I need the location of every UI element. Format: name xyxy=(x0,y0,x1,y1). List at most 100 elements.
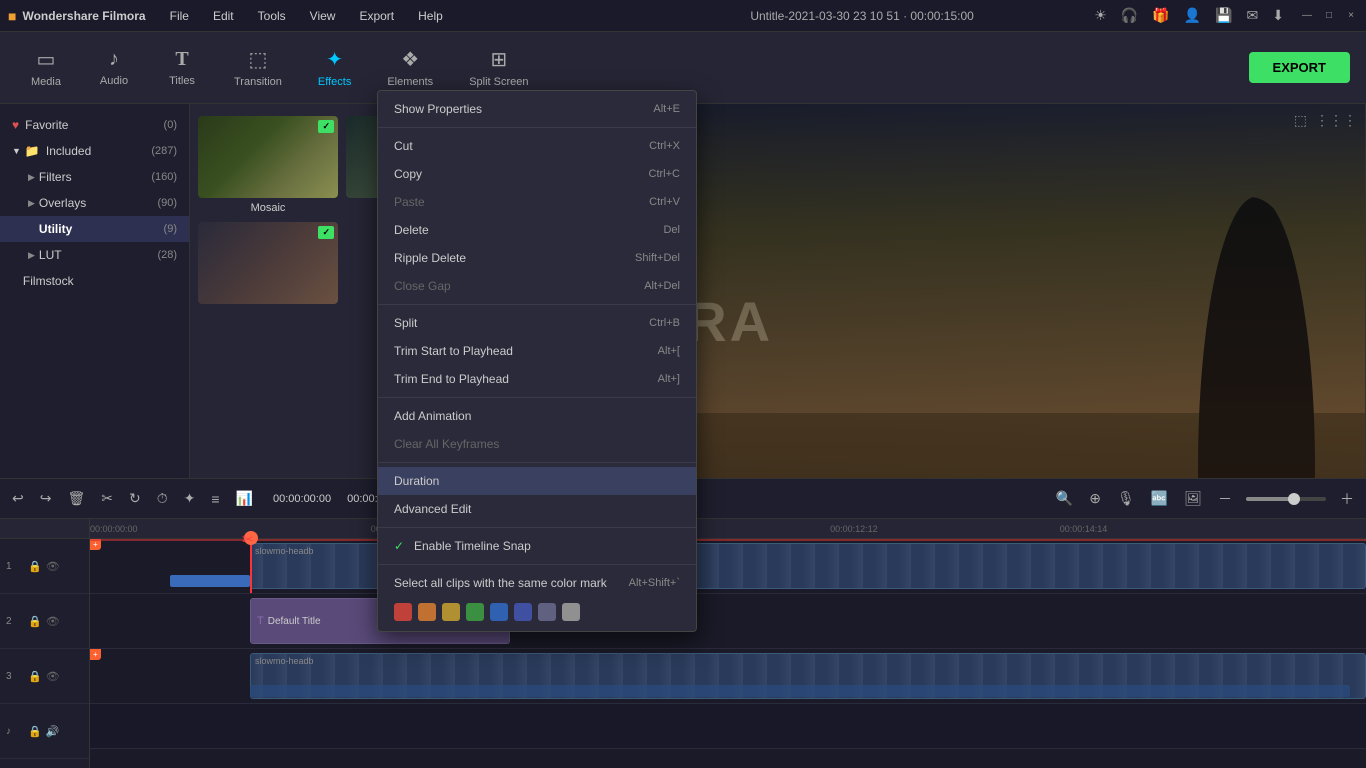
ctx-copy[interactable]: Copy Ctrl+C xyxy=(378,160,696,188)
ctx-trim-end[interactable]: Trim End to Playhead Alt+] xyxy=(378,365,696,393)
track-3-icons: 🔒 👁 xyxy=(28,670,60,683)
ctx-sep-1 xyxy=(378,127,696,128)
color-mark-green[interactable] xyxy=(466,603,484,621)
color-mark-red[interactable] xyxy=(394,603,412,621)
export-button[interactable]: EXPORT xyxy=(1249,52,1350,83)
ctx-close-gap[interactable]: Close Gap Alt+Del xyxy=(378,272,696,300)
track-add-badge-3: + xyxy=(90,649,101,660)
tl-snap-icon[interactable]: ⊕ xyxy=(1087,488,1103,509)
ctx-split-label: Split xyxy=(394,316,649,330)
ctx-select-same-color[interactable]: Select all clips with the same color mar… xyxy=(378,569,696,597)
sidebar-item-filters[interactable]: ▶ Filters (160) xyxy=(0,164,189,190)
tl-zoom-slider[interactable] xyxy=(1246,497,1326,501)
tl-effects-button[interactable]: ✦ xyxy=(182,488,198,509)
gift-icon[interactable]: 🎁 xyxy=(1152,7,1169,24)
ctx-cut[interactable]: Cut Ctrl+X xyxy=(378,132,696,160)
sidebar-item-overlays[interactable]: ▶ Overlays (90) xyxy=(0,190,189,216)
ctx-duration[interactable]: Duration xyxy=(378,467,696,495)
color-mark-light-gray[interactable] xyxy=(562,603,580,621)
sidebar-item-utility[interactable]: ▶ Utility (9) xyxy=(0,216,189,242)
titles-icon: T xyxy=(175,48,188,71)
titlebar: ■ Wondershare Filmora File Edit Tools Vi… xyxy=(0,0,1366,32)
headphone-icon[interactable]: 🎧 xyxy=(1121,7,1138,24)
tl-timer-button[interactable]: ⏱ xyxy=(155,488,170,509)
menu-view[interactable]: View xyxy=(306,7,340,25)
save-icon[interactable]: 💾 xyxy=(1215,7,1232,24)
ctx-split[interactable]: Split Ctrl+B xyxy=(378,309,696,337)
tl-undo-button[interactable]: ↩ xyxy=(10,488,26,509)
ctx-delete[interactable]: Delete Del xyxy=(378,216,696,244)
download-icon[interactable]: ⬇ xyxy=(1272,7,1284,24)
brightness-icon[interactable]: ☀ xyxy=(1094,7,1107,24)
track-audio-vol[interactable]: 🔊 xyxy=(46,725,60,738)
menu-tools[interactable]: Tools xyxy=(254,7,290,25)
color-mark-orange[interactable] xyxy=(418,603,436,621)
track-2-eye[interactable]: 👁 xyxy=(46,615,60,628)
effect-third[interactable]: ✓ xyxy=(198,222,338,308)
audio-label: Audio xyxy=(100,75,128,87)
tl-split-button[interactable]: ✂ xyxy=(99,488,115,509)
effect-mosaic[interactable]: ✓ Mosaic xyxy=(198,116,338,214)
transition-icon: ⬚ xyxy=(248,47,267,72)
track-3-lock[interactable]: 🔒 xyxy=(28,670,42,683)
track-2-lock[interactable]: 🔒 xyxy=(28,615,42,628)
ctx-ripple-delete[interactable]: Ripple Delete Shift+Del xyxy=(378,244,696,272)
menu-export[interactable]: Export xyxy=(355,7,398,25)
track-audio-lock[interactable]: 🔒 xyxy=(28,725,42,738)
preview-icon-2[interactable]: ⋮⋮⋮ xyxy=(1315,112,1357,129)
tl-mic-icon[interactable]: 🎙 xyxy=(1115,488,1137,509)
track-3-eye[interactable]: 👁 xyxy=(46,670,60,683)
context-menu: Show Properties Alt+E Cut Ctrl+X Copy Ct… xyxy=(377,90,697,632)
track-1-eye[interactable]: 👁 xyxy=(46,560,60,573)
toolbar-btn-audio[interactable]: ♪ Audio xyxy=(84,38,144,98)
menu-help[interactable]: Help xyxy=(414,7,447,25)
sidebar-item-filmstock[interactable]: ▶ Filmstock xyxy=(0,268,189,294)
color-mark-yellow[interactable] xyxy=(442,603,460,621)
close-button[interactable]: × xyxy=(1344,9,1358,23)
tl-settings-button[interactable]: ≡ xyxy=(209,489,221,509)
timeline-red-line xyxy=(90,539,1366,541)
sidebar-item-favorite[interactable]: ♥ Favorite (0) xyxy=(0,112,189,138)
maximize-button[interactable]: □ xyxy=(1322,9,1336,23)
toolbar-btn-titles[interactable]: T Titles xyxy=(152,38,212,98)
ctx-select-same-color-shortcut: Alt+Shift+` xyxy=(629,577,680,589)
track-row-title: T Default Title xyxy=(90,594,1366,649)
menu-edit[interactable]: Edit xyxy=(209,7,238,25)
ctx-add-animation[interactable]: Add Animation xyxy=(378,402,696,430)
tl-photo-icon[interactable]: 🖼 xyxy=(1182,488,1204,509)
preview-icon-1[interactable]: ⬚ xyxy=(1294,112,1307,129)
track-label-audio: ♪ 🔒 🔊 xyxy=(0,704,89,759)
color-mark-indigo[interactable] xyxy=(514,603,532,621)
mail-icon[interactable]: ✉ xyxy=(1247,7,1259,24)
toolbar-btn-split-screen[interactable]: ⊞ Split Screen xyxy=(455,38,542,98)
tl-loop-button[interactable]: ↻ xyxy=(127,488,143,509)
ctx-show-properties[interactable]: Show Properties Alt+E xyxy=(378,95,696,123)
toolbar-btn-elements[interactable]: ❖ Elements xyxy=(373,38,447,98)
minimize-button[interactable]: — xyxy=(1300,9,1314,23)
tl-minus-zoom[interactable]: － xyxy=(1216,487,1234,511)
tl-voice-icon[interactable]: 🔤 xyxy=(1149,488,1170,509)
toolbar-btn-effects[interactable]: ✦ Effects xyxy=(304,38,365,98)
menu-file[interactable]: File xyxy=(166,7,193,25)
account-icon[interactable]: 👤 xyxy=(1184,7,1201,24)
tl-audio-button[interactable]: 📊 xyxy=(234,488,255,509)
ctx-sep-4 xyxy=(378,462,696,463)
chevron-down-icon: ▼ xyxy=(12,146,21,156)
color-mark-blue[interactable] xyxy=(490,603,508,621)
ctx-trim-start[interactable]: Trim Start to Playhead Alt+[ xyxy=(378,337,696,365)
ctx-clear-keyframes[interactable]: Clear All Keyframes xyxy=(378,430,696,458)
tl-delete-button[interactable]: 🗑 xyxy=(65,488,87,509)
color-mark-gray[interactable] xyxy=(538,603,556,621)
sidebar-item-included[interactable]: ▼ 📁 Included (287) xyxy=(0,138,189,164)
ctx-enable-snap[interactable]: ✓ Enable Timeline Snap xyxy=(378,532,696,560)
tl-zoom-icon[interactable]: 🔍 xyxy=(1054,488,1075,509)
sidebar-item-lut[interactable]: ▶ LUT (28) xyxy=(0,242,189,268)
toolbar-btn-transition[interactable]: ⬚ Transition xyxy=(220,38,296,98)
tl-plus-zoom[interactable]: ＋ xyxy=(1338,487,1356,511)
app-icon: ■ xyxy=(8,8,16,24)
toolbar-btn-media[interactable]: ▭ Media xyxy=(16,38,76,98)
track-1-lock[interactable]: 🔒 xyxy=(28,560,42,573)
ctx-advanced-edit[interactable]: Advanced Edit xyxy=(378,495,696,523)
tl-redo-button[interactable]: ↪ xyxy=(38,488,54,509)
ctx-paste[interactable]: Paste Ctrl+V xyxy=(378,188,696,216)
